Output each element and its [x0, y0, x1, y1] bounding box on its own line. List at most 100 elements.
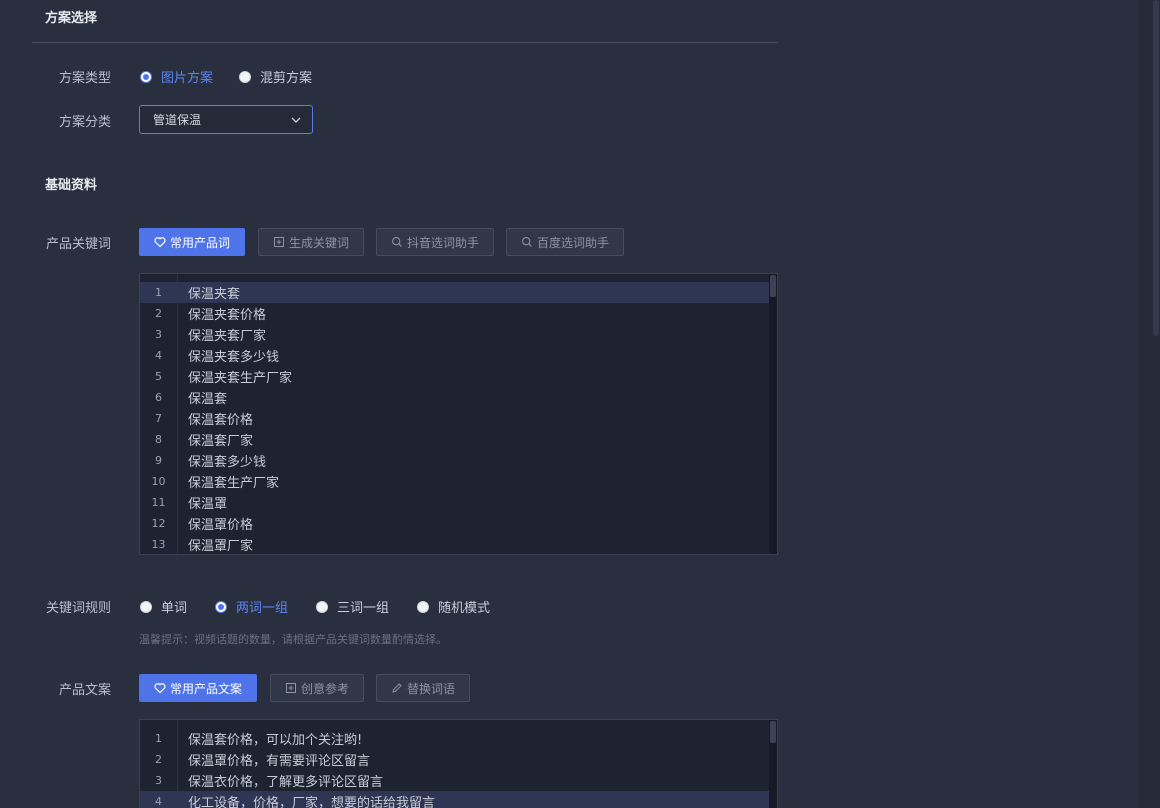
radio-checked-icon[interactable]	[140, 70, 152, 83]
keyword-rule-label: 关键词规则	[45, 601, 111, 616]
douyin-word-helper-button[interactable]: 抖音选词助手	[376, 228, 494, 256]
radio-option-two-words[interactable]: 两词一组	[215, 597, 288, 616]
line-number: 12	[151, 517, 166, 530]
heart-icon	[154, 237, 166, 248]
line-number: 4	[155, 349, 162, 362]
section-title-scheme: 方案选择	[45, 11, 98, 26]
radio-label: 混剪方案	[260, 71, 313, 86]
line-text: 保温罩价格	[188, 518, 254, 533]
editor-line[interactable]: 3 保温夹套厂家	[140, 324, 770, 345]
editor-line[interactable]: 7 保温套价格	[140, 408, 770, 429]
radio-unchecked-icon[interactable]	[417, 600, 430, 613]
common-product-words-button[interactable]: 常用产品词	[139, 228, 245, 256]
line-number: 13	[151, 538, 166, 551]
editor-line[interactable]: 6 保温套	[140, 387, 770, 408]
editor-line[interactable]: 2 保温夹套价格	[140, 303, 770, 324]
radio-label: 两词一组	[236, 601, 289, 616]
radio-unchecked-icon[interactable]	[140, 600, 152, 613]
line-number: 2	[155, 307, 162, 320]
line-text: 化工设备，价格，厂家，想要的话给我留言	[188, 796, 436, 808]
line-text: 保温套多少钱	[188, 455, 267, 470]
editor-line[interactable]: 1 保温夹套	[140, 282, 770, 303]
line-text: 保温套生产厂家	[188, 476, 280, 491]
editor-line[interactable]: 11 保温罩	[140, 492, 770, 513]
radio-option-single-word[interactable]: 单词	[140, 597, 187, 616]
line-text: 保温夹套生产厂家	[188, 371, 293, 386]
editor-line[interactable]: 12 保温罩价格	[140, 513, 770, 534]
line-number: 2	[155, 753, 162, 766]
editor-line[interactable]: 1 保温套价格，可以加个关注哟!	[140, 728, 770, 749]
editor-line[interactable]: 3 保温衣价格，了解更多评论区留言	[140, 770, 770, 791]
editor-line[interactable]: 4 化工设备，价格，厂家，想要的话给我留言	[140, 791, 770, 808]
radio-unchecked-icon[interactable]	[239, 70, 252, 83]
line-number: 11	[151, 496, 166, 509]
line-text: 保温罩价格，有需要评论区留言	[188, 754, 371, 769]
replace-words-button[interactable]: 替换词语	[376, 674, 470, 702]
baidu-word-helper-button[interactable]: 百度选词助手	[506, 228, 624, 256]
editor-line[interactable]: 13 保温罩厂家	[140, 534, 770, 554]
radio-option-mix-scheme[interactable]: 混剪方案	[239, 67, 312, 86]
keyword-rule-radio-group: 单词 两词一组 三词一组 随机模式	[140, 597, 516, 616]
line-text: 保温套价格，可以加个关注哟!	[188, 733, 363, 748]
pencil-icon	[392, 683, 402, 693]
keyword-editor[interactable]: 1 保温夹套 2 保温夹套价格 3 保温夹套厂家 4 保温夹套多少钱 5 保温夹套生产厂家…	[139, 273, 778, 555]
radio-option-three-words[interactable]: 三词一组	[316, 597, 389, 616]
page: 方案选择 方案类型 图片方案 混剪方案 方案分类 管道保温 基础资料 产品关键词…	[0, 0, 1160, 808]
line-text: 保温衣价格，了解更多评论区留言	[188, 775, 384, 790]
product-copy-editor[interactable]: 1 保温套价格，可以加个关注哟! 2 保温罩价格，有需要评论区留言 3 保温衣价格，了…	[139, 719, 778, 808]
editor-line[interactable]: 8 保温套厂家	[140, 429, 770, 450]
scheme-category-label: 方案分类	[58, 115, 111, 130]
editor-scrollbar-thumb[interactable]	[770, 275, 776, 297]
line-number: 5	[155, 370, 162, 383]
radio-label: 三词一组	[337, 601, 390, 616]
editor-line[interactable]: 5 保温夹套生产厂家	[140, 366, 770, 387]
scheme-category-select[interactable]: 管道保温	[139, 105, 313, 134]
product-copy-label: 产品文案	[58, 683, 111, 698]
radio-label: 单词	[161, 601, 188, 616]
line-number: 8	[155, 433, 162, 446]
button-label: 抖音选词助手	[406, 235, 479, 250]
line-number: 3	[155, 328, 162, 341]
line-text: 保温夹套厂家	[188, 329, 267, 344]
line-text: 保温罩厂家	[188, 539, 254, 554]
radio-option-random[interactable]: 随机模式	[417, 597, 490, 616]
button-label: 常用产品词	[169, 235, 230, 250]
editor-scrollbar[interactable]	[769, 720, 777, 808]
button-label: 替换词语	[406, 681, 455, 696]
button-label: 创意参考	[300, 681, 349, 696]
heart-icon	[154, 683, 166, 694]
add-square-icon	[285, 683, 296, 693]
radio-unchecked-icon[interactable]	[316, 600, 329, 613]
editor-line[interactable]: 4 保温夹套多少钱	[140, 345, 770, 366]
editor-line[interactable]: 10 保温套生产厂家	[140, 471, 770, 492]
section-divider	[32, 42, 778, 43]
common-product-copy-button[interactable]: 常用产品文案	[139, 674, 257, 702]
button-label: 常用产品文案	[169, 681, 242, 696]
button-label: 百度选词助手	[536, 235, 609, 250]
editor-line[interactable]: 9 保温套多少钱	[140, 450, 770, 471]
editor-line[interactable]: 2 保温罩价格，有需要评论区留言	[140, 749, 770, 770]
line-number: 7	[155, 412, 162, 425]
radio-option-image-scheme[interactable]: 图片方案	[140, 67, 213, 86]
product-keyword-label: 产品关键词	[45, 237, 111, 252]
page-scrollbar-thumb[interactable]	[1153, 0, 1159, 336]
scheme-type-label: 方案类型	[58, 71, 111, 86]
line-text: 保温套	[188, 392, 228, 407]
line-text: 保温夹套价格	[188, 308, 267, 323]
editor-scrollbar[interactable]	[769, 274, 777, 554]
chevron-down-icon	[291, 117, 301, 123]
line-number: 1	[155, 286, 162, 299]
editor-scrollbar-thumb[interactable]	[770, 721, 776, 743]
line-number: 1	[155, 732, 162, 745]
line-text: 保温套价格	[188, 413, 254, 428]
line-number: 3	[155, 774, 162, 787]
generate-keywords-button[interactable]: 生成关键词	[258, 228, 364, 256]
line-number: 9	[155, 454, 162, 467]
radio-checked-icon[interactable]	[215, 600, 228, 613]
add-square-icon	[273, 237, 284, 247]
radio-label: 随机模式	[438, 601, 491, 616]
line-text: 保温夹套	[188, 287, 241, 302]
line-text: 保温罩	[188, 497, 228, 512]
line-text: 保温夹套多少钱	[188, 350, 280, 365]
creative-reference-button[interactable]: 创意参考	[270, 674, 364, 702]
